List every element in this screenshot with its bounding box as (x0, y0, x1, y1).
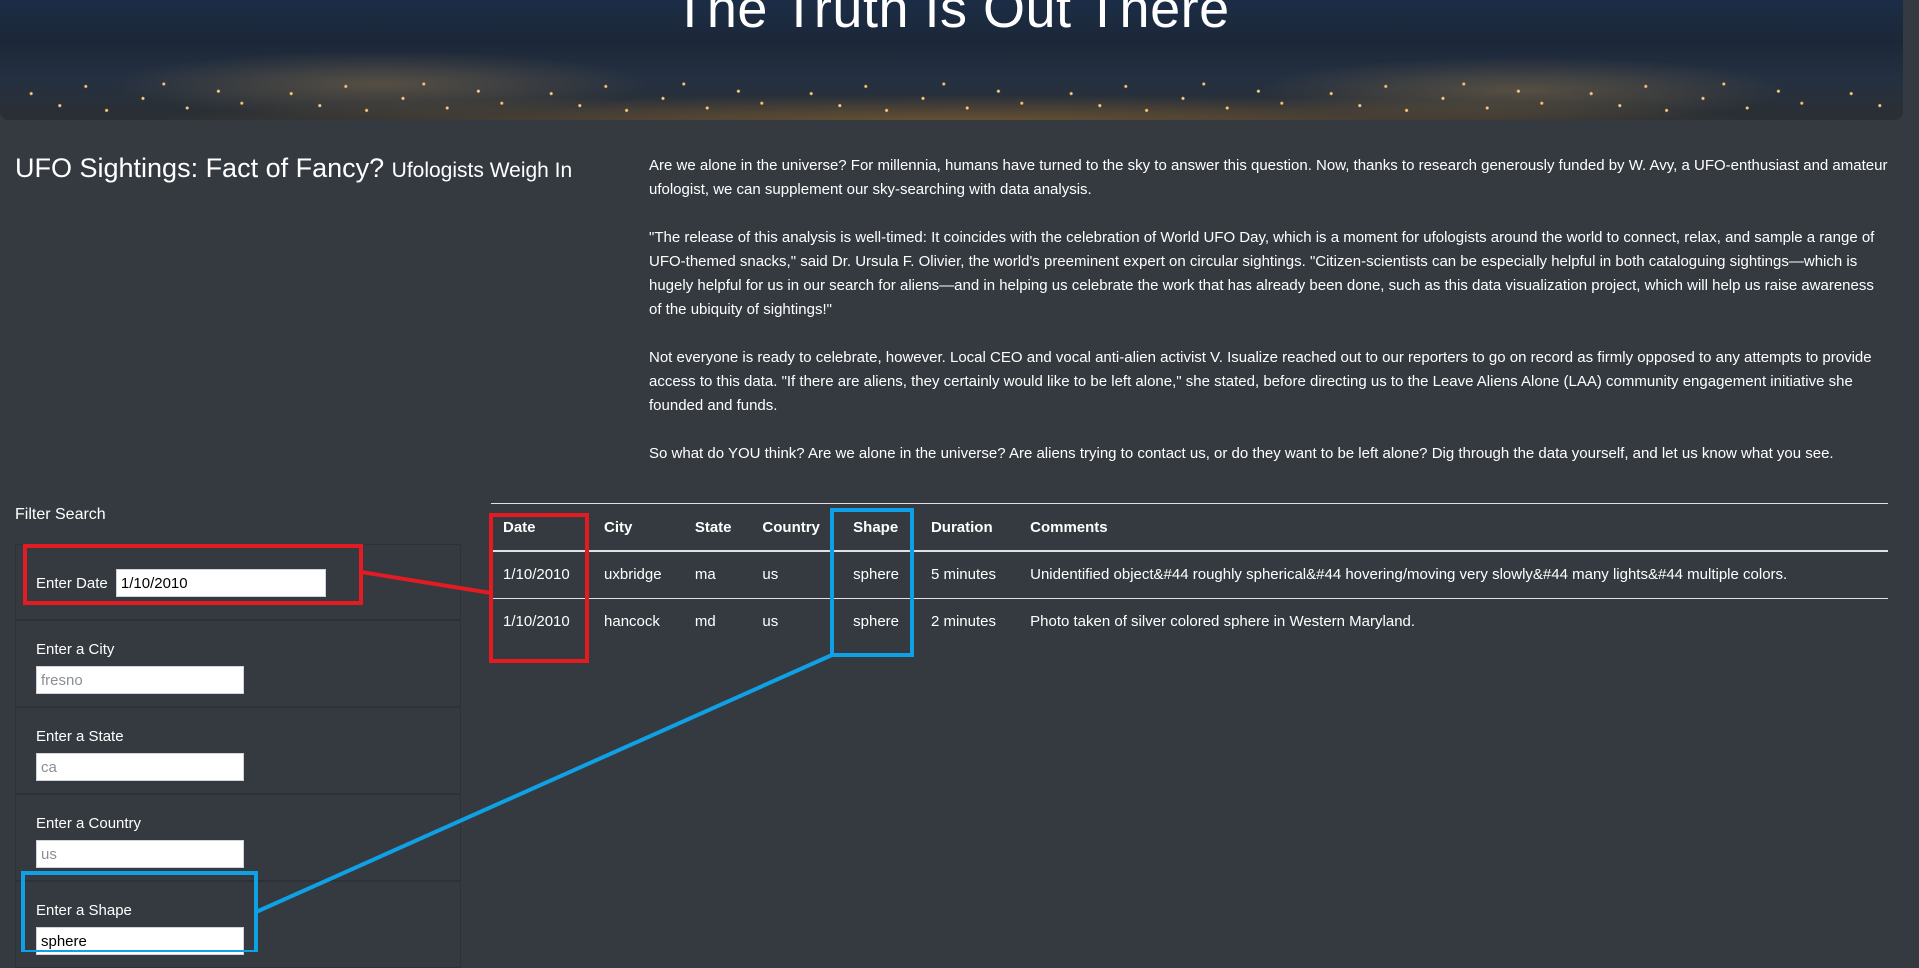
intro-paragraph: Not everyone is ready to celebrate, howe… (649, 349, 1872, 414)
cell-shape: sphere (841, 551, 919, 599)
column-header-shape: Shape (841, 504, 919, 552)
table-row: 1/10/2010 uxbridge ma us sphere 5 minute… (491, 551, 1888, 599)
city-filter-label: Enter a City (36, 641, 115, 658)
cell-duration: 5 minutes (918, 551, 1019, 599)
cell-date: 1/10/2010 (503, 613, 570, 630)
cell-country: us (762, 613, 779, 630)
filter-item-shape: Enter a Shape (15, 881, 461, 968)
page-title: UFO Sightings: Fact of Fancy? Ufologists… (15, 153, 572, 184)
cell-duration: 2 minutes (930, 613, 997, 630)
date-filter-input[interactable] (115, 569, 326, 597)
cell-shape: sphere (853, 613, 900, 630)
table-row: 1/10/2010 hancock md us sphere 2 minutes… (491, 599, 1888, 646)
ufo-results-table: Date City State Country Shape Duration C… (491, 504, 1888, 645)
cell-city: uxbridge (592, 551, 683, 599)
filter-item-country: Enter a Country (15, 794, 461, 881)
ufo-results-table-container: Date City State Country Shape Duration C… (491, 503, 1888, 645)
page-subtitle: Ufologists Weigh In (391, 159, 573, 182)
cell-comments: Photo taken of silver colored sphere in … (1030, 613, 1416, 630)
shape-filter-input[interactable] (36, 927, 244, 955)
column-header-date: Date (491, 504, 593, 552)
column-header-duration: Duration (918, 504, 1019, 552)
cell-date: 1/10/2010 (491, 551, 593, 599)
intro-paragraph: So what do YOU think? Are we alone in th… (649, 445, 1834, 462)
country-filter-label: Enter a Country (36, 815, 142, 832)
column-header-state: State (682, 504, 751, 552)
filter-item-state: Enter a State (15, 707, 461, 794)
cell-country: us (750, 551, 842, 599)
table-header-row: Date City State Country Shape Duration C… (491, 504, 1888, 552)
state-filter-label: Enter a State (36, 728, 124, 745)
page-title-main: UFO Sightings: Fact of Fancy? (15, 153, 385, 183)
intro-paragraph: "The release of this analysis is well-ti… (649, 229, 1875, 318)
hero-title: The Truth Is Out There (673, 0, 1230, 39)
filter-item-city: Enter a City (15, 620, 461, 707)
intro-article: Are we alone in the universe? For millen… (649, 154, 1889, 490)
column-header-city: City (592, 504, 683, 552)
date-filter-label: Enter Date (36, 574, 108, 592)
cell-state: md (694, 613, 716, 630)
country-filter-input[interactable] (36, 840, 244, 868)
filter-item-date: Enter Date (15, 544, 461, 620)
state-filter-input[interactable] (36, 753, 244, 781)
filter-search-title: Filter Search (15, 506, 106, 523)
hero-banner: The Truth Is Out There (0, 0, 1903, 120)
shape-filter-label: Enter a Shape (36, 902, 132, 919)
cell-state: ma (682, 551, 751, 599)
intro-paragraph: Are we alone in the universe? For millen… (649, 157, 1888, 198)
filter-list: Enter Date Enter a City Enter a State En… (15, 544, 461, 968)
cell-comments: Unidentified object&#44 roughly spherica… (1018, 551, 1888, 599)
column-header-comments: Comments (1018, 504, 1888, 552)
column-header-country: Country (750, 504, 842, 552)
cell-city: hancock (604, 613, 660, 630)
city-filter-input[interactable] (36, 666, 244, 694)
